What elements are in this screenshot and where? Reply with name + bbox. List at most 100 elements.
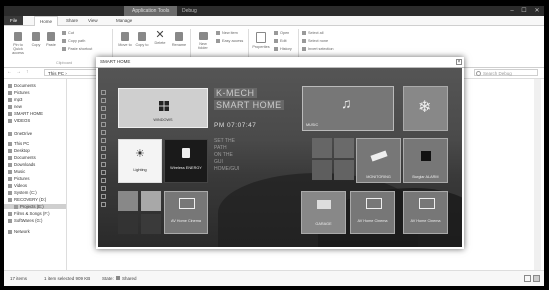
copy-path-button[interactable]: Copy path — [62, 39, 85, 43]
select-none-button[interactable]: Select none — [302, 39, 328, 43]
nav-item[interactable]: Films & Songs (F:) — [8, 211, 50, 216]
nav-item[interactable]: Pictures — [8, 176, 30, 181]
rail-box[interactable] — [101, 154, 106, 159]
tab-home[interactable]: Home — [34, 16, 59, 26]
tab-file[interactable]: File — [4, 16, 24, 25]
open-button[interactable]: Open — [274, 31, 289, 35]
nav-item[interactable]: Pictures — [8, 90, 30, 95]
delete-button[interactable]: ✕ Delete — [152, 30, 168, 46]
small-tile[interactable] — [141, 191, 161, 211]
rail-box[interactable] — [101, 98, 106, 103]
rail-box[interactable] — [101, 170, 106, 175]
nav-item[interactable]: VIDEOS — [8, 118, 30, 123]
vertical-scrollbar[interactable] — [534, 79, 541, 270]
properties-icon — [256, 32, 266, 43]
new-item-button[interactable]: New item — [216, 31, 238, 35]
nav-item[interactable]: RECOVERY (D:) — [8, 197, 46, 202]
rail-box[interactable] — [101, 202, 106, 207]
properties-button[interactable]: Properties — [251, 32, 271, 49]
cut-button[interactable]: Cut — [62, 31, 74, 35]
small-tile[interactable] — [334, 160, 354, 180]
select-all-button[interactable]: Select all — [302, 31, 323, 35]
nav-item[interactable]: Downloads — [8, 162, 35, 167]
rail-box[interactable] — [101, 146, 106, 151]
nav-item[interactable]: Documents — [8, 155, 36, 160]
nav-item[interactable]: Projects (E:) — [4, 204, 66, 209]
tab-view[interactable]: View — [88, 16, 98, 25]
small-tile[interactable] — [118, 191, 138, 211]
rail-box[interactable] — [101, 130, 106, 135]
folder-icon — [8, 230, 12, 234]
rail-box[interactable] — [101, 114, 106, 119]
small-tile[interactable] — [141, 214, 161, 234]
av-home-cinema-tile-1[interactable]: AV Home Cinema — [164, 191, 208, 234]
nav-item[interactable]: This PC — [8, 141, 29, 146]
large-icons-view-icon[interactable] — [533, 275, 540, 282]
nav-item[interactable]: Music — [8, 169, 25, 174]
wireless-energy-tile[interactable]: Wireless ENERGY — [164, 139, 208, 183]
monitoring-tile[interactable]: MONITORING — [356, 138, 401, 183]
small-tile[interactable] — [312, 138, 332, 158]
rail-box[interactable] — [101, 90, 106, 95]
snowflake-icon: ❄ — [418, 99, 432, 116]
rail-box[interactable] — [101, 138, 106, 143]
nav-item[interactable]: Network — [8, 229, 30, 234]
rail-box[interactable] — [101, 186, 106, 191]
nav-item[interactable]: OneDrive — [8, 131, 32, 136]
nav-item[interactable]: mp3 — [8, 97, 22, 102]
nav-item[interactable]: new — [8, 104, 22, 109]
small-tile[interactable] — [334, 138, 354, 158]
small-tile[interactable] — [312, 160, 332, 180]
windows-tile-label: WINDOWS — [153, 118, 173, 122]
search-input[interactable]: Search Debug — [474, 69, 538, 76]
move-to-button[interactable]: Move to — [117, 32, 133, 47]
music-tile[interactable]: ♫ MUSIC — [302, 86, 394, 131]
tab-manage[interactable]: Manage — [116, 16, 132, 25]
minimize-button[interactable]: – — [506, 6, 518, 16]
edit-button[interactable]: Edit — [274, 39, 287, 43]
nav-item[interactable]: Desktop — [8, 148, 30, 153]
nav-item-label: Projects (E:) — [20, 204, 44, 209]
copy-button[interactable]: Copy — [29, 32, 43, 47]
rail-box[interactable] — [101, 178, 106, 183]
up-arrow-icon[interactable]: ↑ — [26, 69, 29, 75]
back-arrow-icon[interactable]: ← — [7, 69, 12, 75]
paste-button[interactable]: Paste — [44, 32, 58, 47]
rail-box[interactable] — [101, 194, 106, 199]
pin-quick-access-button[interactable]: Pin to Quick access — [8, 32, 28, 55]
folder-icon — [8, 142, 12, 146]
nav-item[interactable]: Videos — [8, 183, 27, 188]
nav-item[interactable]: System (C:) — [8, 190, 37, 195]
paste-shortcut-label: Paste shortcut — [68, 47, 93, 51]
garage-tile[interactable]: GARAGE — [301, 191, 346, 234]
desktop-screen: Application Tools Debug – ☐ ✕ File Home … — [4, 6, 544, 286]
folder-icon — [8, 219, 12, 223]
invert-selection-button[interactable]: Invert selection — [302, 47, 334, 51]
details-view-icon[interactable] — [524, 275, 531, 282]
paste-shortcut-button[interactable]: Paste shortcut — [62, 47, 92, 51]
nav-item[interactable]: SoftWares (G:) — [8, 218, 43, 223]
nav-item[interactable]: SMART HOME — [8, 111, 43, 116]
rail-box[interactable] — [101, 162, 106, 167]
lighting-tile[interactable]: ☀ Lighting — [118, 139, 162, 183]
small-tile[interactable] — [118, 214, 138, 234]
windows-tile[interactable]: WINDOWS — [118, 88, 208, 128]
close-button[interactable]: ✕ — [531, 6, 543, 16]
rail-box[interactable] — [101, 122, 106, 127]
forward-arrow-icon[interactable]: → — [16, 69, 21, 75]
maximize-button[interactable]: ☐ — [518, 6, 530, 16]
ac-tile[interactable]: ❄ — [403, 86, 448, 131]
copy-to-button[interactable]: Copy to — [134, 32, 150, 47]
av-home-cinema-tile-3[interactable]: AV Home Cinema — [403, 191, 448, 234]
new-folder-button[interactable]: New folder — [194, 32, 212, 50]
easy-access-button[interactable]: Easy access — [216, 39, 243, 43]
rail-box[interactable] — [101, 106, 106, 111]
burglar-alarm-tile[interactable]: Burglar ALARM — [403, 138, 448, 183]
nav-item[interactable]: Documents — [8, 83, 36, 88]
history-button[interactable]: History — [274, 47, 292, 51]
app-close-button[interactable]: × — [456, 59, 462, 65]
tab-share[interactable]: Share — [66, 16, 78, 25]
rename-button[interactable]: Rename — [170, 32, 188, 47]
shared-icon — [116, 276, 120, 280]
av-home-cinema-tile-2[interactable]: AV Home Cinema — [350, 191, 395, 234]
